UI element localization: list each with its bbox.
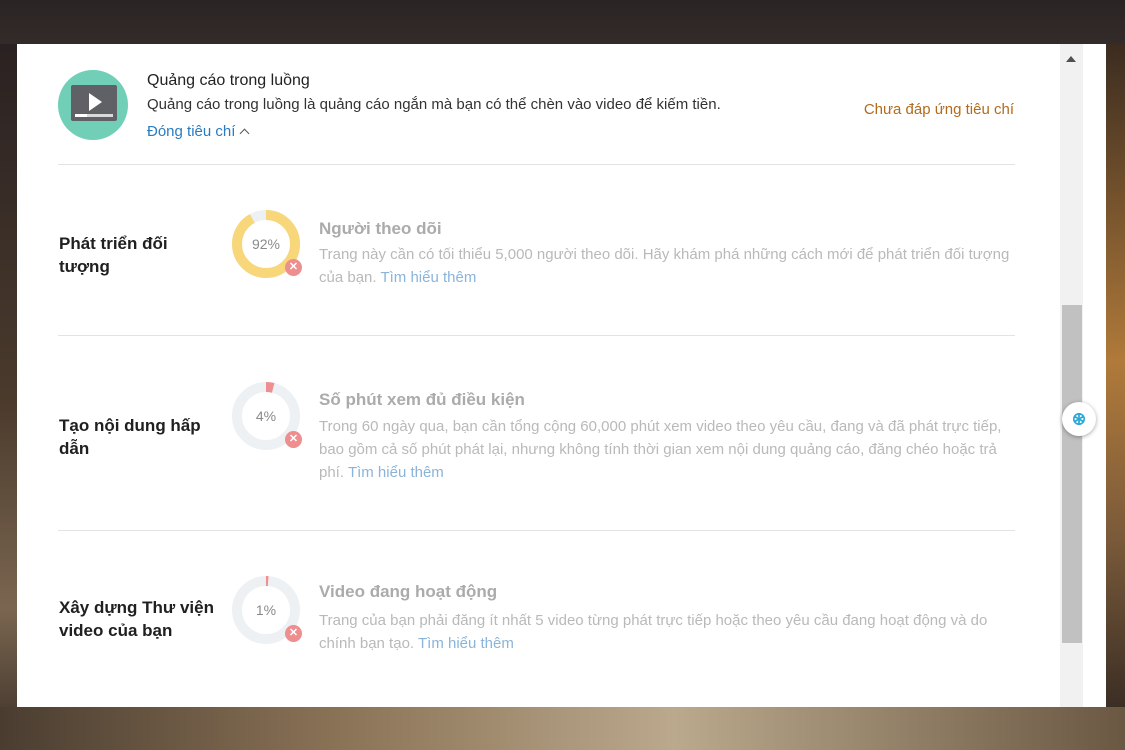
panel-edge xyxy=(1083,44,1106,707)
error-icon: ✕ xyxy=(285,431,302,448)
collapse-criteria-label: Đóng tiêu chí xyxy=(147,123,236,140)
criteria-category: Phát triển đối tượng xyxy=(59,234,168,276)
collapse-criteria-button[interactable]: Đóng tiêu chí xyxy=(147,123,250,140)
learn-more-link[interactable]: Tìm hiểu thêm xyxy=(380,269,476,286)
chevron-up-icon xyxy=(239,128,250,139)
video-play-icon xyxy=(58,70,128,140)
feature-description: Quảng cáo trong luồng là quảng cáo ngắn … xyxy=(147,96,721,113)
background-bottom xyxy=(0,707,1125,750)
criteria-category: Tạo nội dung hấp dẫn xyxy=(59,416,201,458)
monetization-panel: Quảng cáo trong luồng Quảng cáo trong lu… xyxy=(17,44,1106,707)
assistant-swirl-icon xyxy=(1073,412,1085,426)
divider xyxy=(58,164,1015,165)
criteria-title: Số phút xem đủ điều kiện xyxy=(319,390,525,409)
assistant-button[interactable] xyxy=(1062,402,1096,436)
criteria-category: Xây dựng Thư viện video của bạn xyxy=(59,598,214,640)
background-top xyxy=(0,0,1125,44)
criteria-description: Trang này cần có tối thiểu 5,000 người t… xyxy=(319,243,1019,289)
divider xyxy=(58,335,1015,336)
error-icon: ✕ xyxy=(285,625,302,642)
learn-more-link[interactable]: Tìm hiểu thêm xyxy=(348,464,444,481)
background-right xyxy=(1106,44,1125,750)
background-left xyxy=(0,44,17,750)
criteria-title: Video đang hoạt động xyxy=(319,582,498,601)
progress-ring: 1% ✕ xyxy=(231,575,302,645)
scroll-up-arrow-icon[interactable] xyxy=(1066,56,1076,62)
criteria-title: Người theo dõi xyxy=(319,219,442,238)
progress-ring: 92% ✕ xyxy=(231,209,302,279)
progress-ring: 4% ✕ xyxy=(231,381,302,451)
divider xyxy=(58,530,1015,531)
feature-title: Quảng cáo trong luồng xyxy=(147,72,310,89)
learn-more-link[interactable]: Tìm hiểu thêm xyxy=(418,635,514,652)
criteria-description: Trang của bạn phải đăng ít nhất 5 video … xyxy=(319,609,1019,655)
scrollbar-thumb[interactable] xyxy=(1062,305,1082,643)
error-icon: ✕ xyxy=(285,259,302,276)
criteria-description: Trong 60 ngày qua, bạn cần tổng cộng 60,… xyxy=(319,415,1019,484)
status-label: Chưa đáp ứng tiêu chí xyxy=(863,101,1014,118)
